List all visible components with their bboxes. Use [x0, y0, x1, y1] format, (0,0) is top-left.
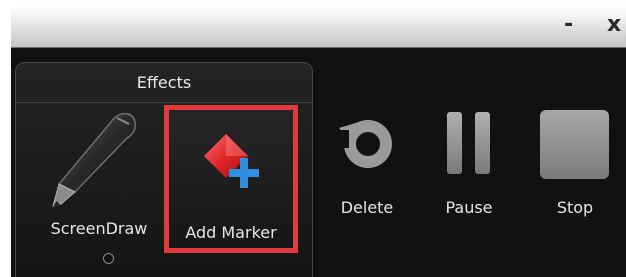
delete-button[interactable]: Delete	[329, 110, 405, 240]
minimize-button[interactable]: -	[564, 13, 573, 37]
marker-add-icon	[204, 134, 259, 188]
add-marker-label: Add Marker	[185, 223, 277, 242]
pause-icon	[447, 112, 490, 174]
title-bar[interactable]: - x	[11, 5, 626, 48]
screendraw-button[interactable]: ScreenDraw	[27, 105, 171, 270]
delete-label: Delete	[340, 198, 394, 217]
pen-icon	[52, 112, 137, 207]
recorder-window: - x Effects ScreenDraw Add Marker Delete…	[11, 5, 626, 277]
stop-icon	[540, 110, 609, 179]
stop-button[interactable]: Stop	[537, 110, 613, 240]
screendraw-label: ScreenDraw	[50, 219, 148, 238]
stop-label: Stop	[556, 198, 594, 217]
effects-group-title: Effects	[16, 63, 312, 103]
add-marker-button[interactable]: Add Marker	[164, 105, 298, 253]
pause-label: Pause	[445, 198, 493, 217]
pause-button[interactable]: Pause	[436, 110, 502, 240]
close-button[interactable]: x	[607, 13, 621, 37]
group-anchor-dot	[103, 253, 114, 264]
rotate-icon	[335, 120, 392, 168]
